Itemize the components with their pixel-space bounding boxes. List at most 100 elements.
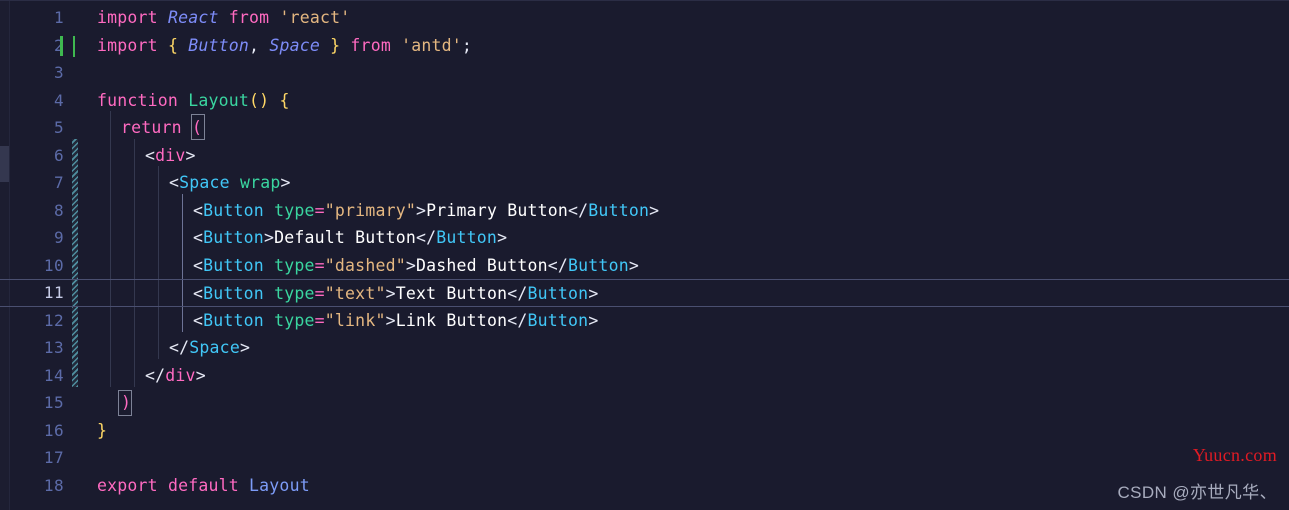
token-gt: > xyxy=(239,338,251,357)
token-gt: > xyxy=(263,228,275,247)
code-editor: 1 2 3 4 5 6 7 8 9 10 11 12 13 14 15 16 1… xyxy=(0,0,1289,510)
token-keyword-function: function xyxy=(97,90,179,110)
token-lt-slash: </ xyxy=(568,200,589,220)
token-string-text: "text" xyxy=(324,284,386,303)
code-line-14[interactable]: </div> xyxy=(0,362,1289,390)
token-equals: = xyxy=(314,255,325,275)
token-tag-button-close: Button xyxy=(527,310,589,330)
watermark-yuucn: Yuucn.com xyxy=(1192,445,1277,465)
token-brace-close: } xyxy=(330,35,341,55)
code-line-6[interactable]: <div> xyxy=(0,142,1289,170)
token-jsx-text-link: Link Button xyxy=(395,310,508,330)
code-line-2[interactable]: import { Button, Space } from 'antd'; xyxy=(0,32,1289,60)
code-line-15[interactable]: ) xyxy=(0,389,1289,417)
token-gt: > xyxy=(195,365,206,385)
code-line-13[interactable]: </Space> xyxy=(0,334,1289,362)
token-gt: > xyxy=(628,255,639,275)
token-string-link: "link" xyxy=(324,310,386,330)
token-tag-button-close: Button xyxy=(588,200,650,220)
token-string-antd: 'antd' xyxy=(401,35,462,55)
token-semicolon: ; xyxy=(461,35,473,55)
code-line-5[interactable]: return ( xyxy=(0,114,1289,142)
token-tag-space: Space xyxy=(179,173,230,192)
token-attr-type: type xyxy=(274,284,315,303)
code-line-1[interactable]: import React from 'react' xyxy=(0,4,1289,32)
token-equals: = xyxy=(314,284,325,303)
token-lt: < xyxy=(169,173,180,192)
token-equals: = xyxy=(314,310,325,330)
token-gt: > xyxy=(588,310,599,330)
token-gt: > xyxy=(588,284,599,303)
code-line-10[interactable]: <Button type="dashed">Dashed Button</But… xyxy=(0,252,1289,280)
token-tag-div-close: div xyxy=(165,365,196,385)
watermark-csdn: CSDN @亦世凡华、 xyxy=(1117,483,1277,502)
token-brace-close: } xyxy=(97,420,108,440)
token-tag-button-close: Button xyxy=(436,228,498,247)
code-line-9[interactable]: <Button>Default Button</Button> xyxy=(0,224,1289,252)
token-paren-close: ) xyxy=(259,90,270,110)
token-function-name: Layout xyxy=(188,90,250,110)
token-brace-open: { xyxy=(279,90,290,110)
code-line-7[interactable]: <Space wrap> xyxy=(0,169,1289,197)
token-jsx-text-text: Text Button xyxy=(395,284,508,303)
token-identifier-react: React xyxy=(167,8,219,27)
token-gt: > xyxy=(280,173,291,192)
code-content[interactable]: import React from 'react' import { Butto… xyxy=(0,1,1289,510)
code-line-4[interactable]: function Layout() { xyxy=(0,87,1289,115)
token-keyword-return: return xyxy=(121,118,182,137)
token-keyword-from: from xyxy=(228,8,270,27)
token-comma: , xyxy=(249,35,260,55)
token-jsx-text-default: Default Button xyxy=(274,228,416,247)
token-lt-slash: </ xyxy=(507,310,528,330)
code-line-12[interactable]: <Button type="link">Link Button</Button> xyxy=(0,307,1289,335)
token-paren-open: ( xyxy=(249,90,260,110)
code-line-3[interactable] xyxy=(0,59,1289,87)
code-line-18[interactable]: export default Layout xyxy=(0,472,1289,500)
token-lt-slash: </ xyxy=(547,255,569,275)
token-jsx-text-primary: Primary Button xyxy=(426,200,569,220)
token-paren-open: ( xyxy=(191,118,203,137)
token-tag-button-close: Button xyxy=(527,284,589,303)
token-lt: < xyxy=(145,145,156,165)
token-identifier-layout: Layout xyxy=(249,475,310,495)
token-keyword-export: export xyxy=(97,475,158,495)
token-string-dashed: "dashed" xyxy=(324,255,406,275)
token-identifier-space: Space xyxy=(269,35,320,55)
token-keyword-from: from xyxy=(350,35,391,55)
token-string-react: 'react' xyxy=(279,8,351,27)
code-line-16[interactable]: } xyxy=(0,417,1289,445)
token-gt: > xyxy=(405,255,416,275)
token-lt-slash: </ xyxy=(169,338,190,357)
token-equals: = xyxy=(314,200,325,220)
token-keyword: import xyxy=(97,35,158,55)
token-lt-slash: </ xyxy=(145,365,166,385)
code-line-17[interactable] xyxy=(0,444,1289,472)
code-line-11[interactable]: <Button type="text">Text Button</Button> xyxy=(0,279,1289,307)
token-lt: < xyxy=(193,310,204,330)
token-lt: < xyxy=(193,284,204,303)
token-gt: > xyxy=(416,200,427,220)
token-attr-wrap: wrap xyxy=(239,173,281,192)
token-tag-button: Button xyxy=(203,228,264,247)
token-attr-type: type xyxy=(274,255,315,275)
token-brace-open: { xyxy=(167,35,179,55)
token-lt: < xyxy=(193,228,204,247)
token-tag-space-close: Space xyxy=(189,338,240,357)
token-tag-button: Button xyxy=(203,284,264,303)
code-line-8[interactable]: <Button type="primary">Primary Button</B… xyxy=(0,197,1289,225)
token-identifier-button: Button xyxy=(188,35,250,55)
